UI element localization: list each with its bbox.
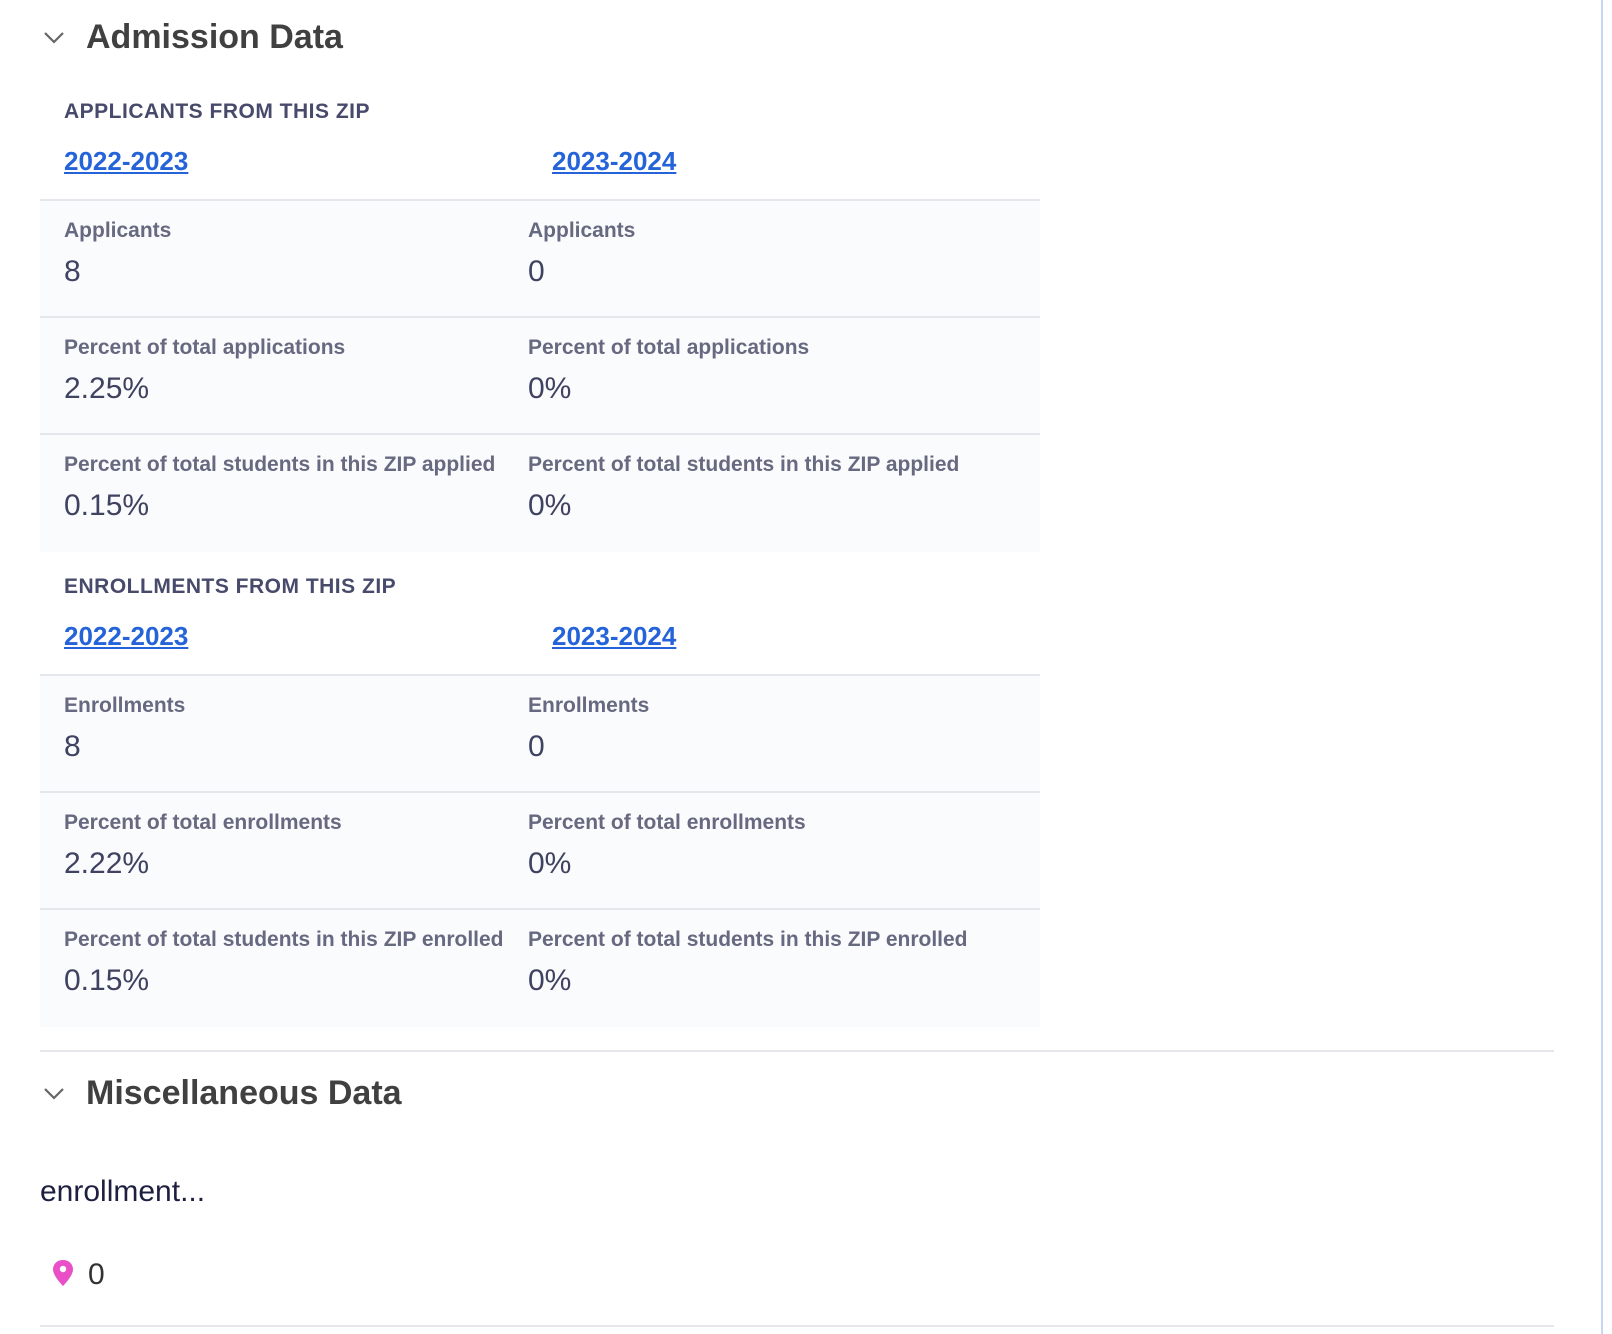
stat-label: Applicants [528,219,636,242]
table-row: Applicants 8 Applicants 0 [40,201,1040,318]
stat-value: 0 [528,255,545,288]
panel-right-border [1601,0,1603,1334]
stat-value: 0% [528,964,572,997]
stat-label: Percent of total students in this ZIP en… [64,928,504,951]
stat-value: 2.22% [64,847,150,880]
stat-label: Enrollments [528,694,650,717]
table-row: Percent of total students in this ZIP en… [40,910,1040,1027]
pin-count: 0 [52,1258,105,1292]
table-row: Percent of total students in this ZIP ap… [40,435,1040,552]
stat-label: Percent of total applications [528,336,810,359]
stat-value: 0% [528,847,572,880]
stat-value: 0 [528,730,545,763]
stat-label: Applicants [64,219,172,242]
misc-text: enrollment... [40,1175,206,1208]
stat-value: 8 [64,255,81,288]
stat-label: Percent of total students in this ZIP ap… [528,453,960,476]
stat-label: Percent of total enrollments [64,811,342,834]
enrollments-table: Enrollments 8 Enrollments 0 Percent of tot… [40,674,1040,1027]
applicants-table: Applicants 8 Applicants 0 Percent of total… [40,199,1040,552]
stat-value: 0% [528,372,572,405]
chevron-down-icon[interactable] [40,28,68,48]
stat-label: Enrollments [64,694,186,717]
stat-label: Percent of total students in this ZIP en… [528,928,968,951]
enrollments-heading: ENROLLMENTS FROM THIS ZIP [64,575,397,598]
misc-section-header[interactable]: Miscellaneous Data [40,1074,402,1113]
stat-value: 0.15% [64,964,150,997]
section-divider [40,1325,1554,1327]
section-title: Admission Data [86,18,343,56]
section-title: Miscellaneous Data [86,1074,402,1112]
applicants-year-link[interactable]: 2023-2024 [552,146,676,177]
table-row: Percent of total enrollments 2.22% Percen… [40,793,1040,910]
stat-value: 8 [64,730,81,763]
stat-label: Percent of total students in this ZIP ap… [64,453,496,476]
section-divider [40,1050,1554,1052]
enrollments-year-link[interactable]: 2023-2024 [552,621,676,652]
table-row: Percent of total applications 2.25% Perce… [40,318,1040,435]
applicants-year-link[interactable]: 2022-2023 [64,146,188,177]
stat-label: Percent of total enrollments [528,811,806,834]
applicants-heading: APPLICANTS FROM THIS ZIP [64,100,370,123]
table-row: Enrollments 8 Enrollments 0 [40,676,1040,793]
admission-section-header[interactable]: Admission Data [40,18,343,57]
pin-count-value: 0 [88,1258,105,1291]
chevron-down-icon[interactable] [40,1084,68,1104]
stat-label: Percent of total applications [64,336,346,359]
stat-value: 0% [528,489,572,522]
stat-value: 2.25% [64,372,150,405]
stat-value: 0.15% [64,489,150,522]
enrollments-year-link[interactable]: 2022-2023 [64,621,188,652]
map-pin-icon [52,1259,74,1292]
